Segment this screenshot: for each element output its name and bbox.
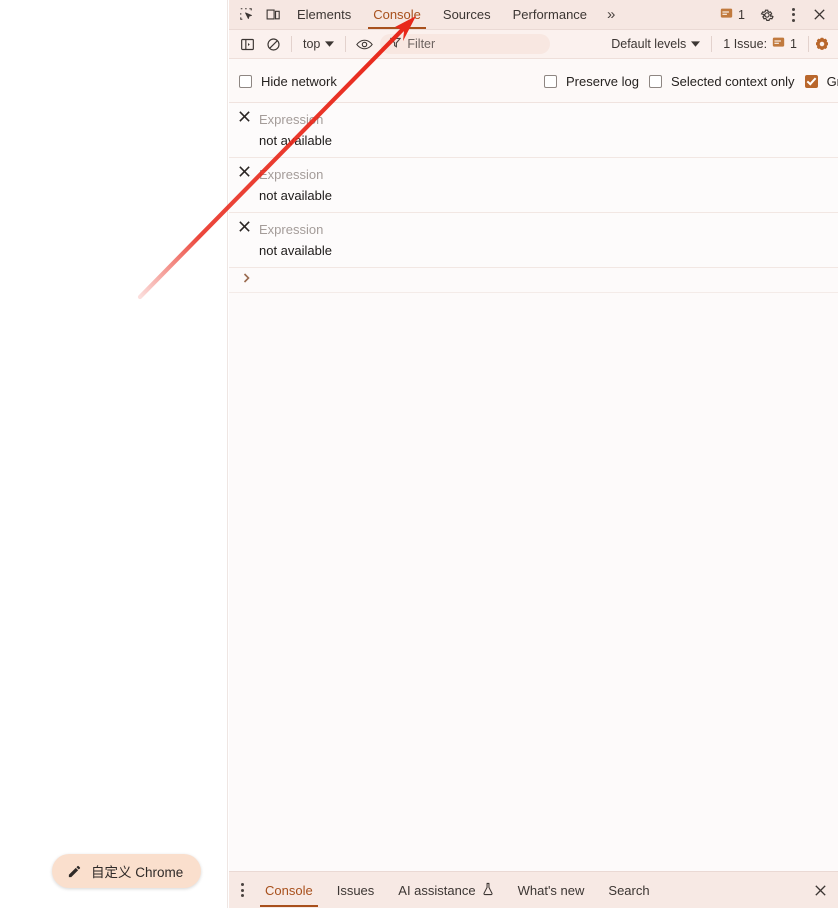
customize-chrome-label: 自定义 Chrome	[91, 865, 184, 880]
tabs-overflow-label: »	[607, 6, 616, 23]
console-settings-panel: Hide network Preserve log Selected conte…	[229, 59, 838, 103]
tab-console-label: Console	[373, 7, 421, 22]
checkbox-box	[804, 74, 818, 88]
console-message-row[interactable]: Expression not available	[229, 157, 838, 213]
drawer-more-icon[interactable]	[233, 883, 253, 897]
toolbar-divider	[291, 36, 292, 52]
drawer-tab-console-label: Console	[265, 882, 313, 898]
checkbox-label: Preserve log	[566, 73, 639, 89]
checkbox-selected-context-only[interactable]: Selected context only	[639, 67, 795, 96]
chevron-down-icon	[325, 40, 335, 47]
console-sidebar-icon[interactable]	[234, 32, 260, 56]
console-message-value: not available	[259, 132, 332, 148]
checkbox-box	[544, 74, 557, 88]
log-levels-value: Default levels	[611, 37, 687, 51]
checkbox-box	[648, 74, 662, 88]
checkbox-box	[239, 74, 252, 88]
flask-icon	[482, 882, 494, 899]
console-message-value: not available	[259, 242, 332, 258]
issue-message-icon	[772, 36, 785, 52]
drawer-tab-issues-label: Issues	[336, 882, 375, 898]
console-message-row[interactable]: Expression not available	[229, 212, 838, 268]
close-x-icon[interactable]	[238, 165, 251, 183]
tab-performance[interactable]: Performance	[502, 0, 598, 29]
tab-console[interactable]: Console	[362, 0, 432, 29]
devtools-tabbar-actions: 1	[713, 3, 838, 27]
console-message-value: not available	[259, 187, 332, 203]
more-vertical-icon[interactable]	[782, 3, 804, 27]
checkbox-group-similar-messages[interactable]: Group similar messages in console	[795, 67, 838, 96]
console-message-label: Expression	[259, 166, 324, 182]
eye-icon[interactable]	[351, 32, 377, 56]
issues-badge-count: 1	[738, 7, 745, 22]
execution-context-selector[interactable]: top	[297, 37, 340, 51]
pencil-icon	[67, 864, 82, 879]
tab-performance-label: Performance	[512, 7, 588, 22]
checkbox-preserve-log[interactable]: Preserve log	[534, 67, 639, 96]
close-x-icon[interactable]	[238, 110, 251, 128]
issues-badge[interactable]: 1	[713, 7, 752, 23]
screenshot-root: 自定义 Chrome Elements Console Sources Perf…	[0, 0, 838, 908]
drawer-tab-search[interactable]: Search	[596, 873, 661, 908]
close-x-icon[interactable]	[238, 220, 251, 238]
console-settings-gear-icon[interactable]	[814, 36, 838, 52]
issues-counter[interactable]: 1 Issue: 1	[717, 36, 803, 52]
issue-message-icon	[720, 7, 733, 23]
tab-elements-label: Elements	[297, 7, 352, 22]
toolbar-divider	[345, 36, 347, 52]
execution-context-value: top	[303, 37, 321, 51]
drawer-tab-issues[interactable]: Issues	[325, 873, 387, 908]
checkbox-hide-network[interactable]: Hide network	[229, 67, 534, 96]
chevron-right-icon	[241, 271, 252, 289]
devtools-panel: Elements Console Sources Performance » 1…	[229, 0, 838, 908]
console-message-header: Expression	[229, 110, 838, 129]
drawer-tab-search-label: Search	[608, 882, 650, 898]
device-toolbar-icon[interactable]	[260, 3, 286, 27]
gear-icon[interactable]	[754, 3, 780, 27]
close-icon[interactable]	[806, 3, 832, 27]
customize-chrome-button[interactable]: 自定义 Chrome	[52, 854, 202, 888]
tabs-overflow-icon[interactable]: »	[598, 7, 624, 22]
drawer-tab-console[interactable]: Console	[253, 873, 325, 908]
checkbox-label: Hide network	[261, 73, 337, 89]
console-message-label: Expression	[259, 221, 324, 237]
web-page-viewport: 自定义 Chrome	[0, 0, 228, 908]
console-message-label: Expression	[259, 111, 324, 127]
checkbox-label: Group similar messages in console	[826, 73, 838, 89]
console-filter-toolbar: top Filter Default levels 1 Issue: 1	[229, 30, 838, 59]
console-filter-input[interactable]: Filter	[380, 34, 551, 54]
devtools-main-tabbar: Elements Console Sources Performance » 1	[229, 0, 838, 30]
drawer-tab-ai-assistance[interactable]: AI assistance	[386, 873, 505, 908]
tab-sources-label: Sources	[442, 7, 491, 22]
console-filter-placeholder: Filter	[407, 37, 436, 51]
filter-icon	[390, 35, 402, 53]
console-message-header: Expression	[229, 165, 838, 184]
tab-elements[interactable]: Elements	[286, 0, 362, 29]
drawer-close-icon[interactable]	[803, 883, 838, 898]
console-message-list[interactable]: Expression not available Expression not …	[229, 102, 838, 871]
log-levels-selector[interactable]: Default levels	[605, 37, 706, 51]
drawer-tab-whats-new-label: What's new	[517, 882, 585, 898]
console-message-row[interactable]: Expression not available	[229, 102, 838, 158]
toolbar-divider	[808, 36, 809, 52]
devtools-drawer-tabbar: Console Issues AI assistance What's new …	[229, 871, 838, 908]
toolbar-divider	[711, 36, 713, 52]
issues-counter-count: 1	[790, 37, 797, 51]
chevron-down-icon	[691, 40, 701, 47]
console-prompt[interactable]	[229, 268, 838, 293]
console-message-header: Expression	[229, 220, 838, 239]
inspect-element-icon[interactable]	[234, 3, 260, 27]
tab-sources[interactable]: Sources	[432, 0, 502, 29]
drawer-tab-whats-new[interactable]: What's new	[506, 873, 597, 908]
drawer-tab-ai-assistance-label: AI assistance	[398, 882, 476, 898]
clear-console-icon[interactable]	[260, 32, 286, 56]
issues-counter-label: 1 Issue:	[723, 37, 768, 51]
checkbox-label: Selected context only	[670, 73, 795, 89]
